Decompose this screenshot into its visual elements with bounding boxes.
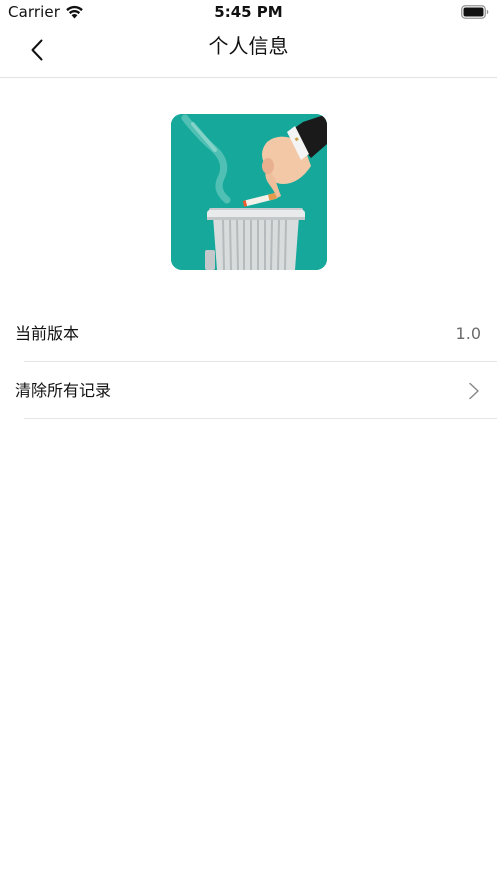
back-button[interactable] <box>22 32 52 68</box>
page-title: 个人信息 <box>208 34 289 58</box>
row-divider <box>24 418 497 419</box>
app-illustration <box>171 114 327 270</box>
settings-list: 当前版本 1.0 清除所有记录 <box>0 305 497 419</box>
status-bar: Carrier 5:45 PM <box>0 0 497 26</box>
navigation-bar: 个人信息 <box>0 26 497 78</box>
trash-bin-cigarette-illustration <box>171 114 327 270</box>
chevron-right-icon <box>469 382 479 400</box>
settings-row-version: 当前版本 1.0 <box>0 305 497 362</box>
battery-icon <box>461 5 489 19</box>
chevron-left-icon <box>31 39 43 61</box>
status-time: 5:45 PM <box>214 3 283 21</box>
settings-row-clear-records[interactable]: 清除所有记录 <box>0 362 497 419</box>
version-value: 1.0 <box>455 324 481 343</box>
version-label: 当前版本 <box>15 324 80 343</box>
clear-records-label: 清除所有记录 <box>15 381 112 400</box>
